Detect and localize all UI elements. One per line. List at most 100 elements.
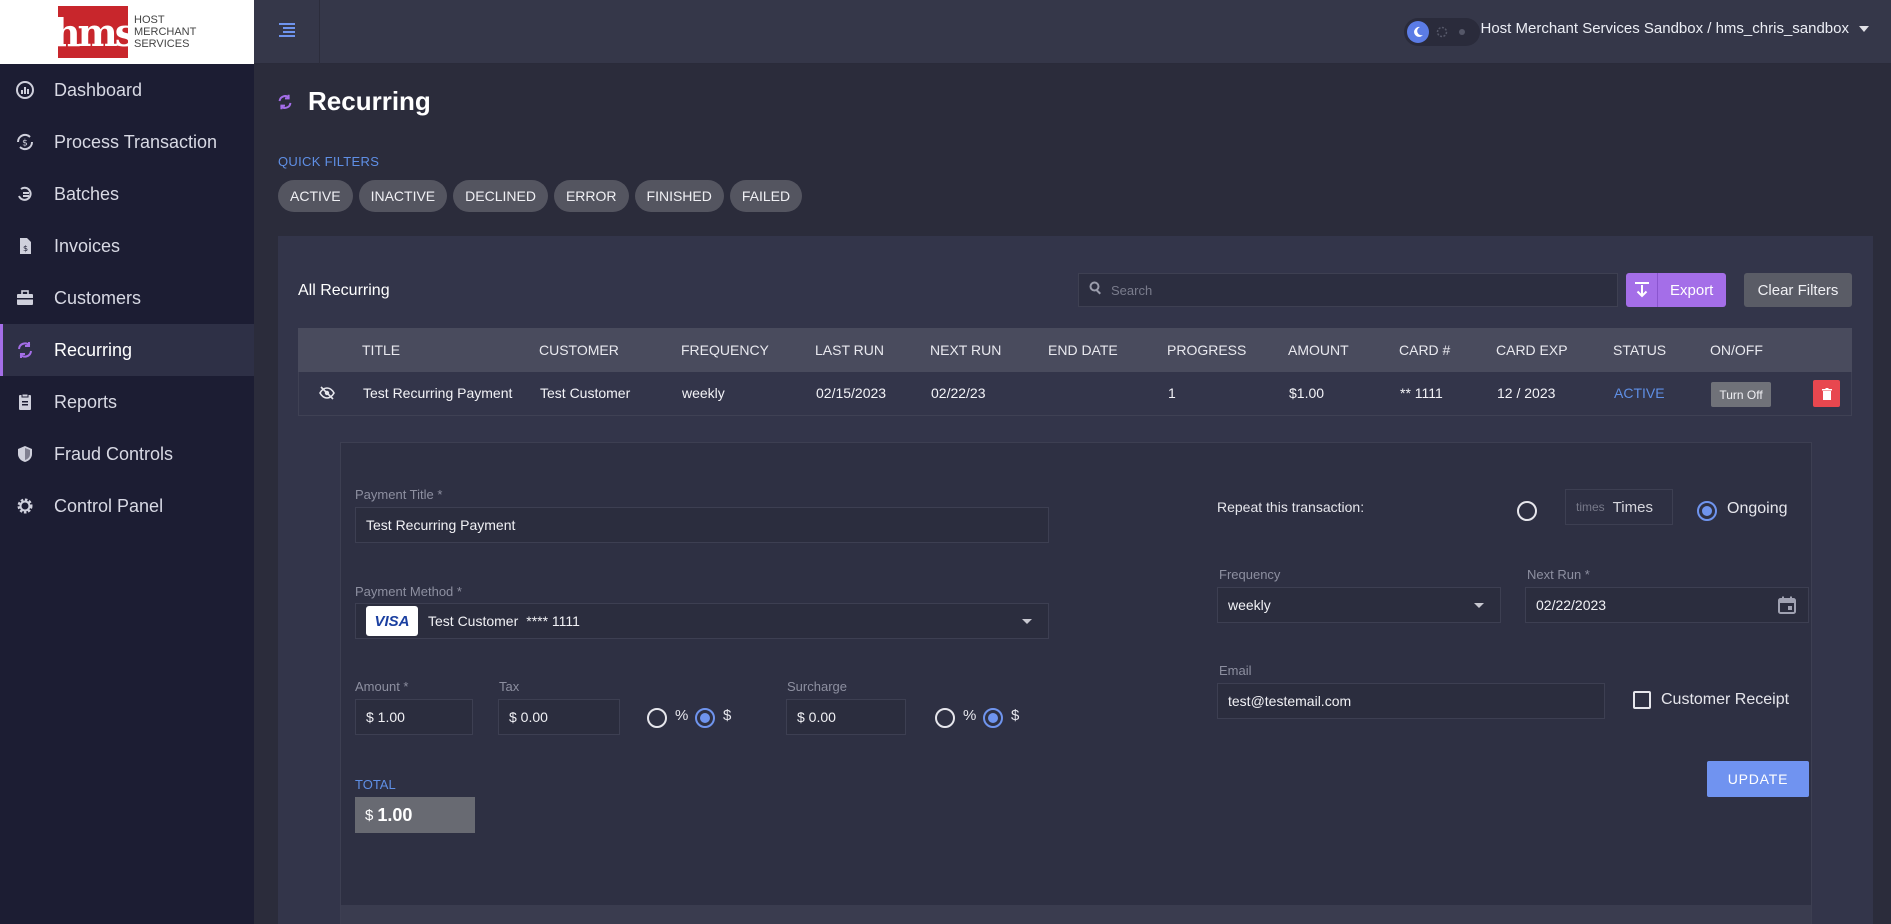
payment-method-label: Payment Method * — [355, 584, 462, 599]
filter-chip-inactive[interactable]: INACTIVE — [358, 180, 448, 212]
filter-chip-failed[interactable]: FAILED — [729, 180, 803, 212]
frequency-label: Frequency — [1219, 567, 1281, 582]
tax-field[interactable] — [498, 699, 620, 735]
times-field[interactable]: times Times — [1565, 489, 1673, 525]
trash-icon — [1821, 387, 1832, 400]
search-input[interactable] — [1111, 282, 1611, 298]
customer-receipt-checkbox[interactable] — [1633, 691, 1651, 709]
sun-icon — [1455, 25, 1469, 39]
total-value: 1.00 — [377, 804, 413, 825]
column-frequency[interactable]: Frequency — [681, 342, 769, 358]
surcharge-percent-label: % — [963, 707, 977, 724]
filter-chip-active[interactable]: ACTIVE — [278, 180, 353, 212]
menu-toggle-button[interactable] — [254, 0, 320, 64]
column-next-run[interactable]: Next Run — [930, 342, 1001, 358]
sidebar-item-label: Customers — [54, 287, 142, 308]
sidebar-item-dashboard[interactable]: Dashboard — [0, 64, 254, 116]
column-on-off[interactable]: On/Off — [1710, 342, 1763, 358]
column-progress[interactable]: Progress — [1167, 342, 1246, 358]
brand-logo[interactable]: hms Host Merchant Services — [0, 0, 254, 64]
eye-off-icon[interactable] — [319, 386, 335, 403]
surcharge-dollar-radio[interactable] — [983, 708, 1003, 728]
amount-field[interactable] — [355, 699, 473, 735]
sidebar-item-label: Reports — [54, 391, 118, 412]
recurring-icon — [14, 339, 36, 361]
gear-icon — [14, 495, 36, 517]
clear-filters-button[interactable]: Clear Filters — [1744, 273, 1852, 307]
export-button[interactable]: Export — [1626, 273, 1726, 307]
amount-label: Amount * — [355, 679, 409, 694]
table-row[interactable]: Test Recurring Payment Test Customer wee… — [298, 372, 1852, 416]
invoice-icon: $ — [14, 235, 36, 257]
tax-dollar-radio[interactable] — [695, 708, 715, 728]
filter-chip-declined[interactable]: DECLINED — [453, 180, 548, 212]
sidebar-item-reports[interactable]: Reports — [0, 376, 254, 428]
sidebar-item-customers[interactable]: Customers — [0, 272, 254, 324]
tax-input[interactable] — [509, 709, 619, 725]
calendar-icon[interactable] — [1778, 596, 1796, 617]
sidebar-item-batches[interactable]: Batches — [0, 168, 254, 220]
column-title[interactable]: Title — [362, 342, 400, 358]
payment-method-select[interactable]: VISA Test Customer **** 1111 — [355, 603, 1049, 639]
sidebar-item-invoices[interactable]: $ Invoices — [0, 220, 254, 272]
column-card-exp[interactable]: Card Exp — [1496, 342, 1568, 358]
svg-text:$: $ — [23, 244, 28, 253]
filter-chip-error[interactable]: ERROR — [553, 180, 629, 212]
logo-line-3: Services — [134, 38, 190, 50]
download-icon — [1626, 273, 1658, 307]
payment-title-field[interactable] — [355, 507, 1049, 543]
surcharge-dollar-label: $ — [1011, 707, 1020, 724]
status-badge: ACTIVE — [1614, 385, 1665, 401]
surcharge-percent-radio[interactable] — [935, 708, 955, 728]
row-title: Test Recurring Payment — [363, 385, 513, 401]
frequency-value: weekly — [1228, 597, 1271, 613]
email-field[interactable] — [1217, 683, 1605, 719]
turn-off-button[interactable]: Turn Off — [1711, 382, 1771, 407]
tax-label: Tax — [499, 679, 520, 694]
tax-dollar-label: $ — [723, 707, 732, 724]
top-bar: Host Merchant Services Sandbox / hms_chr… — [254, 0, 1891, 64]
theme-toggle[interactable] — [1404, 18, 1480, 46]
surcharge-input[interactable] — [797, 709, 905, 725]
next-run-input[interactable] — [1536, 597, 1808, 613]
update-button[interactable]: UPDATE — [1707, 761, 1809, 797]
frequency-select[interactable]: weekly — [1217, 587, 1501, 623]
column-customer[interactable]: Customer — [539, 342, 619, 358]
column-status[interactable]: Status — [1613, 342, 1666, 358]
payment-method-card: **** 1111 — [526, 613, 580, 629]
sidebar-item-label: Fraud Controls — [54, 443, 174, 464]
column-amount[interactable]: Amount — [1288, 342, 1349, 358]
times-placeholder: times — [1576, 500, 1605, 514]
amount-input[interactable] — [366, 709, 472, 725]
next-run-label: Next Run * — [1527, 567, 1590, 582]
export-label: Export — [1670, 281, 1714, 299]
delete-button[interactable] — [1813, 380, 1840, 407]
repeat-ongoing-radio[interactable] — [1697, 501, 1717, 521]
search-box[interactable] — [1078, 273, 1618, 307]
account-menu[interactable]: Host Merchant Services Sandbox / hms_chr… — [1480, 20, 1869, 37]
surcharge-field[interactable] — [786, 699, 906, 735]
repeat-times-radio[interactable] — [1517, 501, 1537, 521]
column-last-run[interactable]: Last Run — [815, 342, 884, 358]
sidebar-item-control-panel[interactable]: Control Panel — [0, 480, 254, 532]
shield-icon — [14, 443, 36, 465]
email-input[interactable] — [1228, 693, 1604, 709]
logo-mark: hms — [53, 6, 136, 58]
sidebar-item-label: Invoices — [54, 235, 121, 256]
sidebar-item-recurring[interactable]: Recurring — [0, 324, 254, 376]
sidebar-item-label: Batches — [54, 183, 120, 204]
sidebar-item-fraud-controls[interactable]: Fraud Controls — [0, 428, 254, 480]
sidebar-item-process-transaction[interactable]: $ Process Transaction — [0, 116, 254, 168]
column-card-number[interactable]: Card # — [1399, 342, 1450, 358]
column-end-date[interactable]: End Date — [1048, 342, 1118, 358]
batches-icon — [14, 183, 36, 205]
tax-percent-radio[interactable] — [647, 708, 667, 728]
auto-icon — [1435, 25, 1449, 39]
next-run-field[interactable] — [1525, 587, 1809, 623]
repeat-label: Repeat this transaction: — [1217, 499, 1365, 515]
filter-chip-finished[interactable]: FINISHED — [634, 180, 724, 212]
payment-title-input[interactable] — [366, 517, 1048, 533]
list-title: All Recurring — [298, 282, 390, 299]
page-header: Recurring — [276, 86, 431, 117]
row-progress: 1 — [1168, 385, 1176, 401]
